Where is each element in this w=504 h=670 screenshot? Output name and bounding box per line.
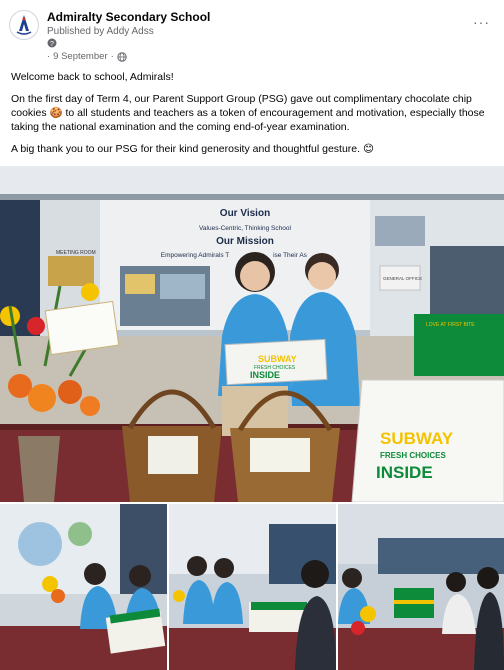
photo-thumbnail-2[interactable] xyxy=(169,504,336,670)
box-inside: INSIDE xyxy=(250,370,280,380)
crate-label: LOVE AT FIRST BITE xyxy=(426,322,475,328)
bag-tagline: FRESH CHOICES xyxy=(380,451,446,460)
page-name-link[interactable]: Admiralty Secondary School xyxy=(47,10,210,24)
post-date[interactable]: 9 September xyxy=(53,51,107,62)
thumbnail-3-illustration xyxy=(338,504,504,670)
banner-mission-text: Empowering Admirals T xyxy=(161,252,230,259)
bag-inside: INSIDE xyxy=(376,463,433,482)
question-circle-icon: ? xyxy=(47,38,57,48)
post-body: Welcome back to school, Admirals! On the… xyxy=(11,70,493,164)
post-paragraph-2: On the first day of Term 4, our Parent S… xyxy=(11,93,485,133)
help-icon[interactable]: ? xyxy=(47,38,57,50)
svg-text:?: ? xyxy=(50,41,54,48)
globe-icon xyxy=(117,51,127,62)
photo-thumbnail-1[interactable] xyxy=(0,504,167,670)
published-by-text: Published by Addy Adss xyxy=(47,26,154,37)
post-paragraph-3: A big thank you to our PSG for their kin… xyxy=(11,143,374,155)
post-meta: · 9 September · xyxy=(47,51,127,62)
sign-meeting-room: MEETING ROOM xyxy=(56,250,96,256)
main-photo-illustration: MEETING ROOM Our Vision Values-Centric, … xyxy=(0,166,504,502)
box-brand: SUBWAY xyxy=(258,354,297,364)
thumbnail-2-illustration xyxy=(169,504,336,670)
date-separator: · xyxy=(47,51,51,62)
banner-mission-title: Our Mission xyxy=(216,236,274,247)
banner-mission-text-end: ise Their As xyxy=(273,252,308,259)
post-header: Admiralty Secondary School Published by … xyxy=(0,0,504,66)
bag-brand: SUBWAY xyxy=(380,429,454,448)
school-crest-icon xyxy=(11,12,37,38)
post-paragraph-1: Welcome back to school, Admirals! xyxy=(11,71,174,83)
main-photo[interactable]: MEETING ROOM Our Vision Values-Centric, … xyxy=(0,166,504,502)
banner-vision-text: Values-Centric, Thinking School xyxy=(199,225,291,232)
date-separator-2: · xyxy=(110,51,114,62)
more-options-button[interactable]: ··· xyxy=(473,14,490,30)
banner-vision-title: Our Vision xyxy=(220,208,270,219)
thumbnail-1-illustration xyxy=(0,504,167,670)
photo-thumbnail-3[interactable] xyxy=(338,504,504,670)
sign-general-office: GENERAL OFFICE xyxy=(383,276,422,281)
page-avatar[interactable] xyxy=(9,10,39,40)
